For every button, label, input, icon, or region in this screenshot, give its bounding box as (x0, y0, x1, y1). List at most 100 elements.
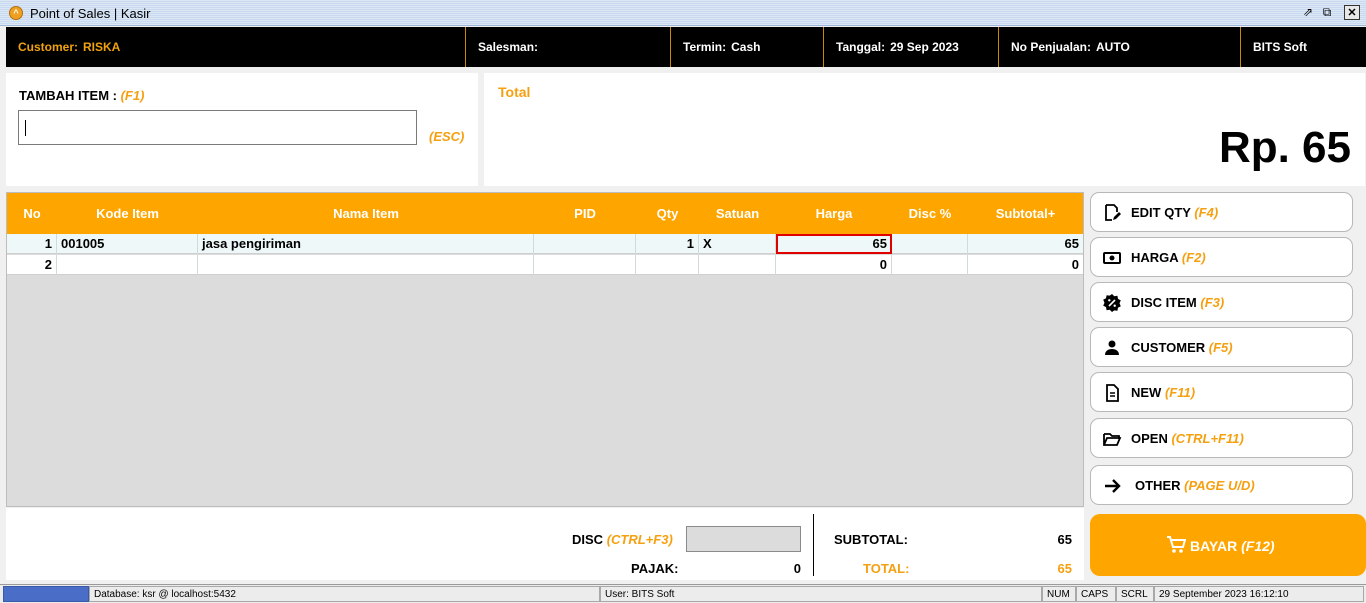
header-salesman: Salesman: (466, 27, 671, 67)
open-button[interactable]: OPEN (CTRL+F11) (1090, 418, 1353, 458)
cell-kode-item[interactable]: 001005 (57, 234, 198, 254)
table-row[interactable]: 1 001005 jasa pengiriman 1 X 65 65 (7, 234, 1083, 254)
cell-harga-selected[interactable]: 65 (776, 234, 892, 254)
new-label: NEW (1131, 385, 1162, 400)
column-header-disc[interactable]: Disc % (892, 193, 968, 234)
harga-shortcut: (F2) (1181, 250, 1206, 265)
disc-item-shortcut: (F3) (1200, 295, 1225, 310)
add-item-shortcut: (F1) (120, 88, 145, 103)
cell-harga[interactable]: 0 (776, 255, 892, 275)
bayar-label: BAYAR (1190, 538, 1238, 554)
cell-satuan[interactable]: X (699, 234, 776, 254)
grand-total-value: 65 (1057, 561, 1072, 576)
edit-qty-button[interactable]: EDIT QTY (F4) (1090, 192, 1353, 232)
arrow-right-icon (1105, 479, 1121, 493)
status-caps: CAPS (1076, 586, 1116, 602)
harga-button[interactable]: HARGA (F2) (1090, 237, 1353, 277)
disc-label: DISC (CTRL+F3) (572, 532, 673, 547)
add-item-label-text: TAMBAH ITEM : (19, 88, 117, 103)
column-header-subtotal[interactable]: Subtotal+ (968, 193, 1083, 234)
cell-subtotal[interactable]: 0 (968, 255, 1083, 275)
column-header-qty[interactable]: Qty (636, 193, 699, 234)
column-header-harga[interactable]: Harga (776, 193, 892, 234)
discount-badge-icon (1103, 294, 1121, 312)
summary-footer: DISC (CTRL+F3) PAJAK: 0 SUBTOTAL: 65 TOT… (6, 508, 1084, 580)
item-grid[interactable]: No Kode Item Nama Item PID Qty Satuan Ha… (6, 192, 1084, 507)
pajak-value: 0 (793, 561, 801, 576)
edit-icon (1105, 204, 1121, 221)
customer-value: RISKA (83, 40, 121, 54)
cell-qty[interactable]: 1 (636, 234, 699, 254)
cell-disc[interactable] (892, 234, 968, 254)
column-header-nama-item[interactable]: Nama Item (198, 193, 534, 234)
cell-subtotal[interactable]: 65 (968, 234, 1083, 254)
column-header-kode-item[interactable]: Kode Item (57, 193, 198, 234)
disc-item-label: DISC ITEM (1131, 295, 1197, 310)
transaction-info-bar: Customer: RISKA Salesman: Termin: Cash Tan… (6, 27, 1366, 67)
cell-no[interactable]: 1 (7, 234, 57, 254)
subtotal-value: 65 (1057, 532, 1072, 547)
salesman-label: Salesman: (478, 40, 539, 54)
status-scrl: SCRL (1116, 586, 1154, 602)
other-button[interactable]: OTHER (PAGE U/D) (1090, 465, 1353, 505)
bayar-button[interactable]: BAYAR (F12) (1090, 514, 1366, 576)
window-title: Point of Sales | Kasir (30, 6, 151, 21)
customer-shortcut: (F5) (1208, 340, 1233, 355)
harga-label: HARGA (1131, 250, 1179, 265)
close-window-icon[interactable]: ✕ (1344, 5, 1360, 20)
no-penjualan-label: No Penjualan: (1011, 40, 1092, 54)
customer-label: Customer: (18, 40, 79, 54)
customer-button[interactable]: CUSTOMER (F5) (1090, 327, 1353, 367)
disc-item-button[interactable]: DISC ITEM (F3) (1090, 282, 1353, 322)
bayar-shortcut: (F12) (1241, 538, 1275, 554)
total-label: Total (498, 84, 531, 100)
app-logo-icon: ^ (9, 6, 23, 20)
tanggal-label: Tanggal: (836, 40, 886, 54)
total-amount: Rp. 65 (1218, 123, 1351, 172)
open-shortcut: (CTRL+F11) (1171, 431, 1244, 446)
cell-pid[interactable] (534, 234, 636, 254)
text-caret (25, 120, 26, 136)
status-datetime: 29 September 2023 16:12:10 (1154, 586, 1364, 602)
header-customer: Customer: RISKA (6, 27, 466, 67)
cell-satuan[interactable] (699, 255, 776, 275)
disc-input[interactable] (686, 526, 801, 552)
pajak-label: PAJAK: (631, 561, 679, 576)
restore-window-icon[interactable]: ⇗ (1300, 5, 1316, 20)
edit-qty-label: EDIT QTY (1131, 205, 1191, 220)
document-icon (1106, 384, 1119, 402)
status-database: Database: ksr @ localhost:5432 (89, 586, 600, 602)
maximize-window-icon[interactable]: ⧉ (1319, 5, 1335, 20)
new-button[interactable]: NEW (F11) (1090, 372, 1353, 412)
open-label: OPEN (1131, 431, 1168, 446)
status-num: NUM (1042, 586, 1076, 602)
window-title-bar[interactable]: ^ Point of Sales | Kasir ⇗ ⧉ ✕ (0, 0, 1366, 26)
cell-kode-item[interactable] (57, 255, 198, 275)
status-bar: Database: ksr @ localhost:5432 User: BIT… (0, 584, 1366, 603)
status-progress-bar (3, 586, 89, 602)
status-user: User: BITS Soft (600, 586, 1042, 602)
cell-disc[interactable] (892, 255, 968, 275)
grand-total-label: TOTAL: (863, 561, 910, 576)
cell-nama-item[interactable] (198, 255, 534, 275)
folder-open-icon (1103, 433, 1122, 446)
column-header-pid[interactable]: PID (534, 193, 636, 234)
tanggal-value: 29 Sep 2023 (890, 40, 959, 54)
no-penjualan-value: AUTO (1096, 40, 1130, 54)
add-item-input[interactable] (18, 110, 417, 145)
header-termin: Termin: Cash (671, 27, 824, 67)
termin-value: Cash (731, 40, 761, 54)
column-header-satuan[interactable]: Satuan (699, 193, 776, 234)
subtotal-label: SUBTOTAL: (834, 532, 908, 547)
total-panel: Total Rp. 65 (484, 73, 1365, 186)
header-tanggal: Tanggal: 29 Sep 2023 (824, 27, 999, 67)
header-no-penjualan: No Penjualan: AUTO (999, 27, 1241, 67)
cell-qty[interactable] (636, 255, 699, 275)
column-header-no[interactable]: No (7, 193, 57, 234)
footer-divider (813, 514, 814, 576)
disc-shortcut: (CTRL+F3) (606, 532, 673, 547)
cell-nama-item[interactable]: jasa pengiriman (198, 234, 534, 254)
cell-no[interactable]: 2 (7, 255, 57, 275)
table-row[interactable]: 2 0 0 (7, 255, 1083, 275)
cell-pid[interactable] (534, 255, 636, 275)
